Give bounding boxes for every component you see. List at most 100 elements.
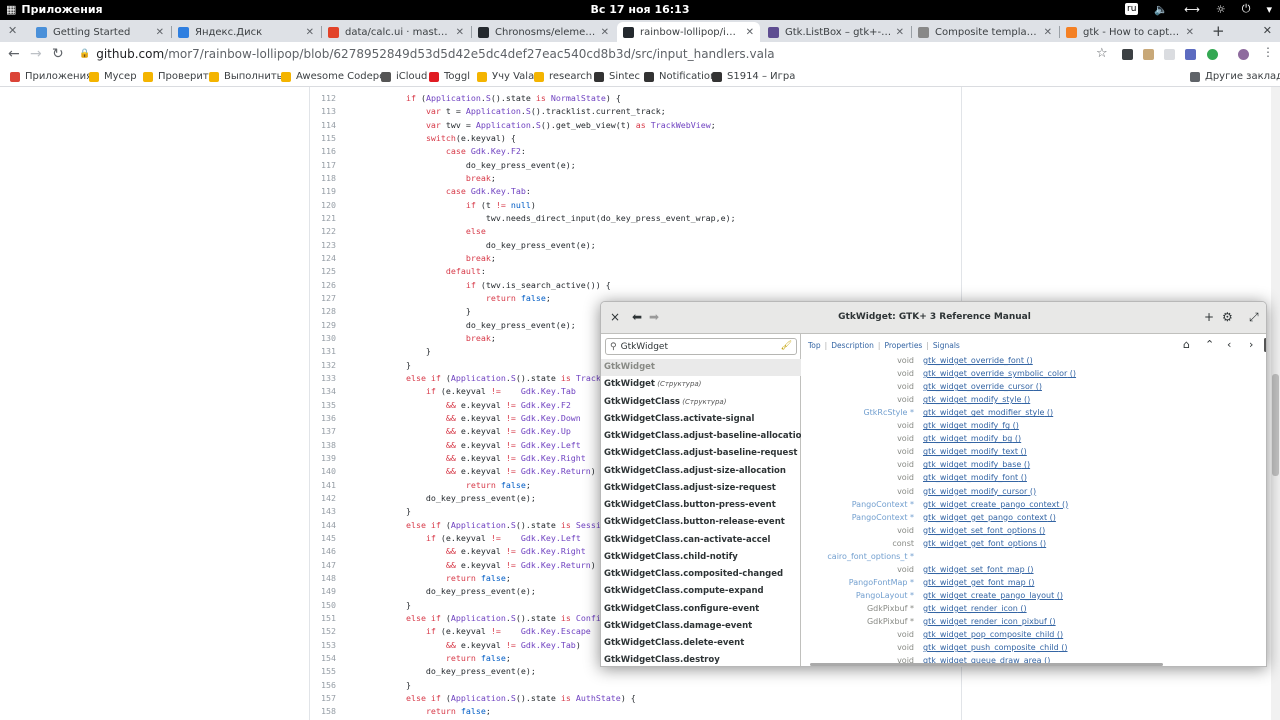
line-number[interactable]: 151 — [310, 612, 336, 625]
line-number[interactable]: 116 — [310, 145, 336, 158]
line-number[interactable]: 121 — [310, 212, 336, 225]
bookmark-item[interactable]: iCloud — [381, 71, 427, 82]
sidebar-item[interactable]: GtkWidgetClass.composited-changed — [601, 566, 801, 583]
brightness-icon[interactable]: ☼ — [1216, 3, 1226, 16]
browser-tab[interactable]: Getting Started ✕ — [30, 22, 170, 42]
line-number[interactable]: 140 — [310, 465, 336, 478]
function-link[interactable]: gtk_widget_modify_style () — [923, 393, 1030, 406]
function-link[interactable]: gtk_widget_modify_bg () — [923, 432, 1021, 445]
line-number[interactable]: 143 — [310, 505, 336, 518]
sidebar-item[interactable]: GtkWidgetClass.adjust-size-allocation — [601, 463, 801, 480]
sidebar-item[interactable]: GtkWidget (Структура) — [601, 376, 801, 393]
bookmark-item[interactable]: Awesome Codepen — [281, 71, 392, 82]
clock[interactable]: Вс 17 ноя 16:13 — [0, 3, 1280, 16]
bookmark-item[interactable]: Sintec — [594, 71, 640, 82]
sidebar-item[interactable]: GtkWidgetClass.destroy — [601, 652, 801, 666]
address-bar[interactable]: 🔒 github.com/mor7/rainbow-lollipop/blob/… — [73, 43, 1113, 65]
tab-close-icon[interactable]: ✕ — [1186, 27, 1194, 38]
home-icon[interactable]: ⌂ — [1183, 338, 1190, 351]
line-number[interactable]: 145 — [310, 532, 336, 545]
sidebar-item[interactable]: GtkWidgetClass.configure-event — [601, 601, 801, 618]
line-number[interactable]: 113 — [310, 105, 336, 118]
next-icon[interactable]: › — [1249, 338, 1253, 351]
line-number[interactable]: 124 — [310, 252, 336, 265]
return-type[interactable]: cairo_font_options_t * — [827, 550, 914, 563]
browser-tab[interactable]: Gtk.ListBox – gtk+-3.0 ✕ — [762, 22, 910, 42]
function-link[interactable]: gtk_widget_set_font_options () — [923, 524, 1045, 537]
forward-button[interactable]: → — [30, 46, 42, 62]
sidebar-item[interactable]: GtkWidgetClass.button-press-event — [601, 497, 801, 514]
page-scrollbar[interactable] — [1271, 87, 1280, 720]
line-number[interactable]: 148 — [310, 572, 336, 585]
line-number[interactable]: 134 — [310, 385, 336, 398]
function-link[interactable]: gtk_widget_push_composite_child () — [923, 641, 1068, 654]
sidebar-item[interactable]: GtkWidgetClass.damage-event — [601, 618, 801, 635]
profile-avatar[interactable] — [1238, 49, 1249, 60]
line-number[interactable]: 146 — [310, 545, 336, 558]
other-bookmarks[interactable]: Другие закладки — [1190, 71, 1280, 82]
browser-menu-icon[interactable]: ⋮ — [1262, 45, 1274, 59]
function-link[interactable]: gtk_widget_modify_fg () — [923, 419, 1019, 432]
return-type[interactable]: PangoContext * — [852, 511, 914, 524]
bookmark-item[interactable]: Мусер — [89, 71, 137, 82]
window-menu-icon[interactable]: ✕ — [1263, 24, 1272, 37]
line-number[interactable]: 129 — [310, 319, 336, 332]
sidebar-item[interactable]: GtkWidgetClass.adjust-size-request — [601, 480, 801, 497]
function-link[interactable]: gtk_widget_modify_base () — [923, 458, 1030, 471]
return-type[interactable]: GtkRcStyle * — [863, 406, 914, 419]
browser-tab[interactable]: gtk - How to capture Enter k ✕ — [1060, 22, 1200, 42]
line-number[interactable]: 122 — [310, 225, 336, 238]
reload-button[interactable]: ↻ — [52, 46, 64, 62]
bookmark-item[interactable]: Приложения — [10, 71, 92, 82]
line-number[interactable]: 152 — [310, 625, 336, 638]
bookmark-item[interactable]: S1914 – Игра — [712, 71, 795, 82]
function-link[interactable]: gtk_widget_create_pango_layout () — [923, 589, 1063, 602]
line-number[interactable]: 115 — [310, 132, 336, 145]
function-link[interactable]: gtk_widget_set_font_map () — [923, 563, 1034, 576]
bookmark-item[interactable]: Notification — [644, 71, 716, 82]
line-number[interactable]: 114 — [310, 119, 336, 132]
tab-close-icon[interactable]: ✕ — [456, 27, 464, 38]
new-tab-button[interactable]: + — [1212, 22, 1225, 40]
function-link[interactable]: gtk_widget_render_icon () — [923, 602, 1027, 615]
line-number[interactable]: 147 — [310, 559, 336, 572]
bookmark-item[interactable]: Toggl — [429, 71, 470, 82]
bookmark-item[interactable]: research — [534, 71, 592, 82]
section-link[interactable]: Signals — [933, 341, 960, 350]
line-number[interactable]: 139 — [310, 452, 336, 465]
extension-icon[interactable] — [1143, 49, 1154, 60]
sidebar-item[interactable]: GtkWidgetClass.can-activate-accel — [601, 532, 801, 549]
sidebar-item[interactable]: GtkWidgetClass.adjust-baseline-request — [601, 445, 801, 462]
extension-icon[interactable] — [1185, 49, 1196, 60]
function-link[interactable]: gtk_widget_create_pango_context () — [923, 498, 1068, 511]
content-scrollbar[interactable] — [1264, 338, 1266, 352]
sidebar-item[interactable]: GtkWidgetClass.activate-signal — [601, 411, 801, 428]
browser-tab[interactable]: rainbow-lollipop/input_handl ✕ — [617, 22, 760, 42]
function-link[interactable]: gtk_widget_get_pango_context () — [923, 511, 1056, 524]
section-link[interactable]: Description — [831, 341, 874, 350]
function-link[interactable]: gtk_widget_get_modifier_style () — [923, 406, 1053, 419]
browser-tab[interactable]: data/calc.ui · master · gavr / ✕ — [322, 22, 470, 42]
keyboard-layout-indicator[interactable]: ru — [1125, 3, 1139, 15]
function-link[interactable]: gtk_widget_modify_cursor () — [923, 485, 1036, 498]
search-input[interactable]: ⚲ GtkWidget 🖌 — [605, 338, 797, 355]
tab-close-icon[interactable]: ✕ — [746, 27, 754, 38]
line-number[interactable]: 153 — [310, 639, 336, 652]
return-type[interactable]: PangoLayout * — [856, 589, 914, 602]
section-link[interactable]: Top — [808, 341, 821, 350]
tab-close-icon[interactable]: ✕ — [306, 27, 314, 38]
line-number[interactable]: 118 — [310, 172, 336, 185]
sidebar-item[interactable]: GtkWidgetClass.delete-event — [601, 635, 801, 652]
function-link[interactable]: gtk_widget_override_symbolic_color () — [923, 367, 1076, 380]
function-link[interactable]: gtk_widget_render_icon_pixbuf () — [923, 615, 1056, 628]
line-number[interactable]: 156 — [310, 679, 336, 692]
return-type[interactable]: PangoContext * — [852, 498, 914, 511]
extension-icon[interactable] — [1122, 49, 1133, 60]
line-number[interactable]: 150 — [310, 599, 336, 612]
lock-icon[interactable]: 🔒 — [79, 49, 90, 59]
line-number[interactable]: 132 — [310, 359, 336, 372]
line-number[interactable]: 149 — [310, 585, 336, 598]
sidebar-item[interactable]: GtkWidgetClass.child-notify — [601, 549, 801, 566]
tab-close-icon[interactable]: ✕ — [1044, 27, 1052, 38]
function-link[interactable]: gtk_widget_override_font () — [923, 354, 1033, 367]
